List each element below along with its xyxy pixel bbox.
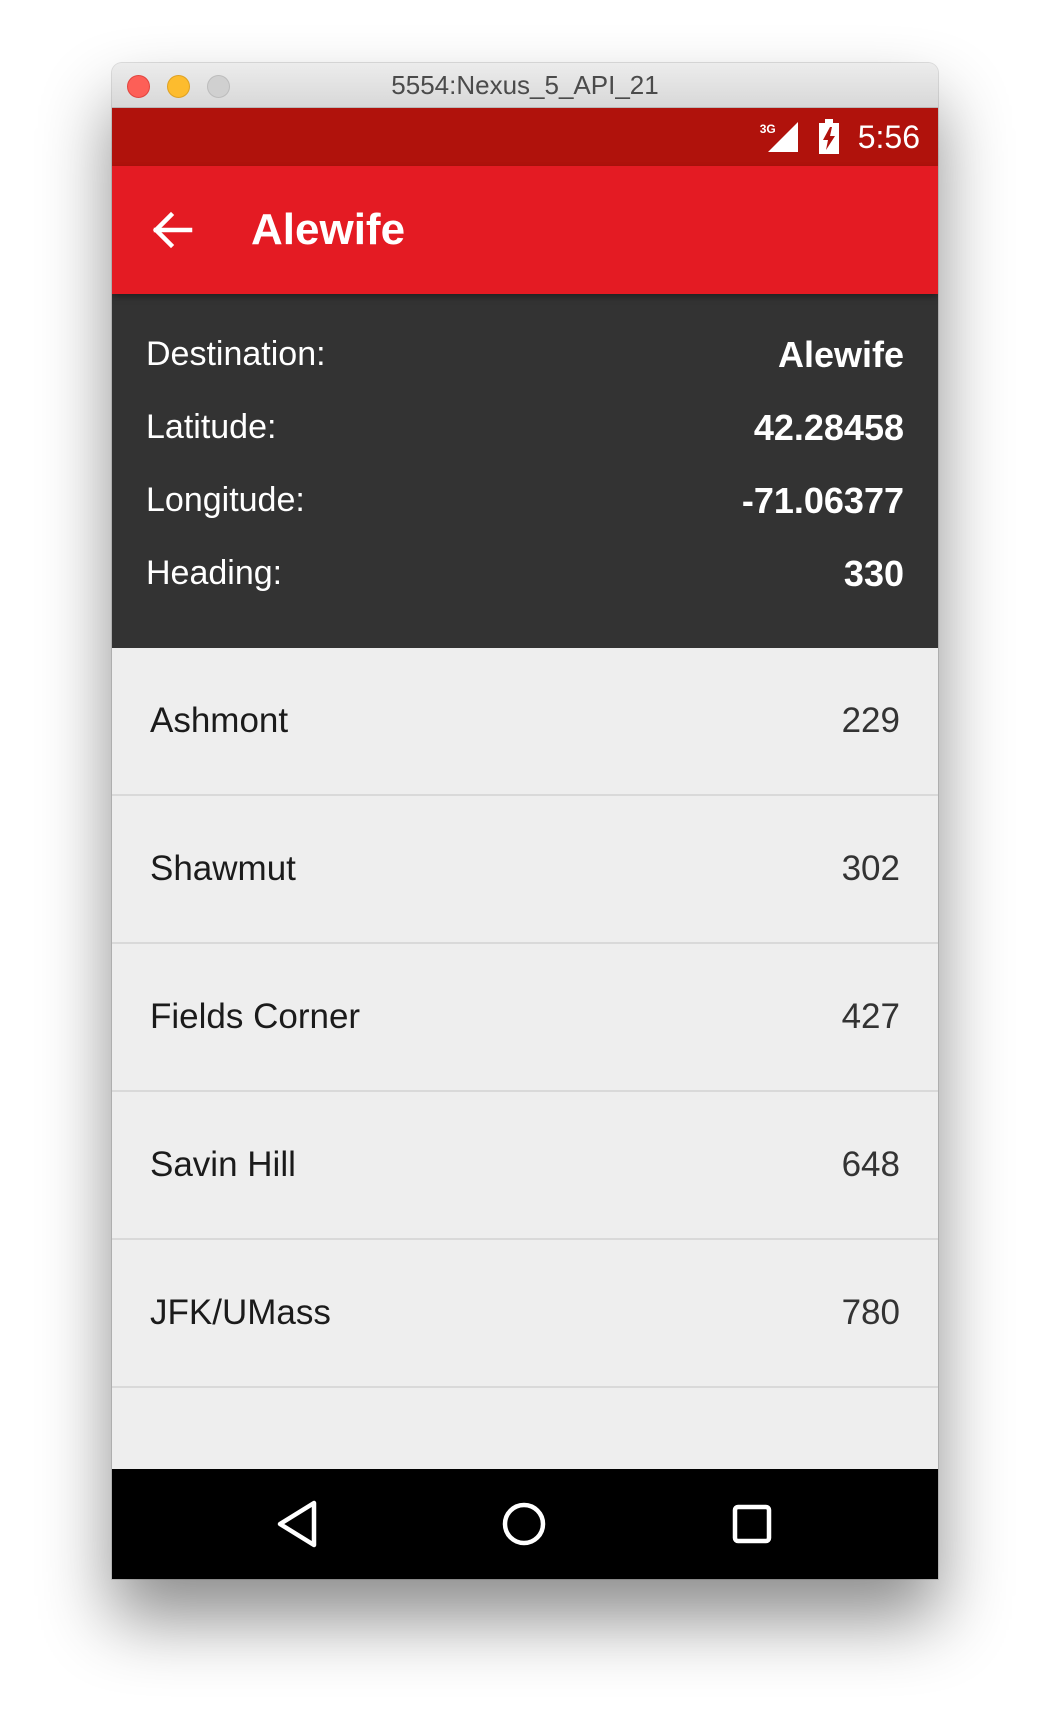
app-toolbar: Alewife [112,166,938,294]
android-nav-bar [112,1469,938,1579]
info-value: Alewife [777,333,904,375]
list-item[interactable]: Fields Corner 427 [112,944,938,1092]
info-value: 330 [843,552,904,594]
info-row-destination: Destination: Alewife [146,318,904,391]
list-item[interactable]: Ashmont 229 [112,648,938,796]
stop-name: Fields Corner [150,997,361,1036]
info-label: Destination: [146,335,326,373]
stop-value: 229 [841,701,900,740]
stop-value: 648 [841,1145,900,1184]
nav-recents-button[interactable] [720,1492,784,1556]
info-value: -71.06377 [741,479,904,521]
vehicle-info-panel: Destination: Alewife Latitude: 42.28458 … [112,294,938,648]
stop-name: Savin Hill [150,1145,296,1184]
list-item[interactable]: Shawmut 302 [112,796,938,944]
stop-name: JFK/UMass [150,1293,331,1332]
stop-value: 780 [841,1293,900,1332]
back-triangle-icon [277,1500,317,1548]
stop-value: 427 [841,997,900,1036]
stop-name: Ashmont [150,701,289,740]
back-button[interactable] [146,204,198,256]
list-item[interactable]: Savin Hill 648 [112,1092,938,1240]
android-status-bar: 3G 5:56 [112,108,938,166]
page-title: Alewife [251,205,406,254]
stops-list[interactable]: Ashmont 229 Shawmut 302 Fields Corner 42… [112,648,938,1474]
info-value: 42.28458 [753,406,904,448]
window-title: 5554:Nexus_5_API_21 [391,70,659,100]
recents-square-icon [732,1504,772,1544]
status-time: 5:56 [857,118,920,155]
info-label: Heading: [146,554,283,592]
info-label: Longitude: [146,481,305,519]
info-row-longitude: Longitude: -71.06377 [146,464,904,537]
arrow-back-icon [152,211,193,249]
emulator-window: 5554:Nexus_5_API_21 3G 5:56 Alewife Dest… [112,63,938,1579]
list-item[interactable]: JFK/UMass 780 [112,1240,938,1388]
stop-value: 302 [841,849,900,888]
info-row-latitude: Latitude: 42.28458 [146,391,904,464]
battery-charging-icon [818,119,839,154]
info-row-heading: Heading: 330 [146,537,904,610]
stop-name: Shawmut [150,849,296,888]
home-circle-icon [502,1502,546,1546]
signal-icon: 3G [760,120,800,154]
window-titlebar[interactable]: 5554:Nexus_5_API_21 [112,63,938,108]
info-label: Latitude: [146,408,277,446]
nav-back-button[interactable] [265,1492,329,1556]
nav-home-button[interactable] [492,1492,556,1556]
